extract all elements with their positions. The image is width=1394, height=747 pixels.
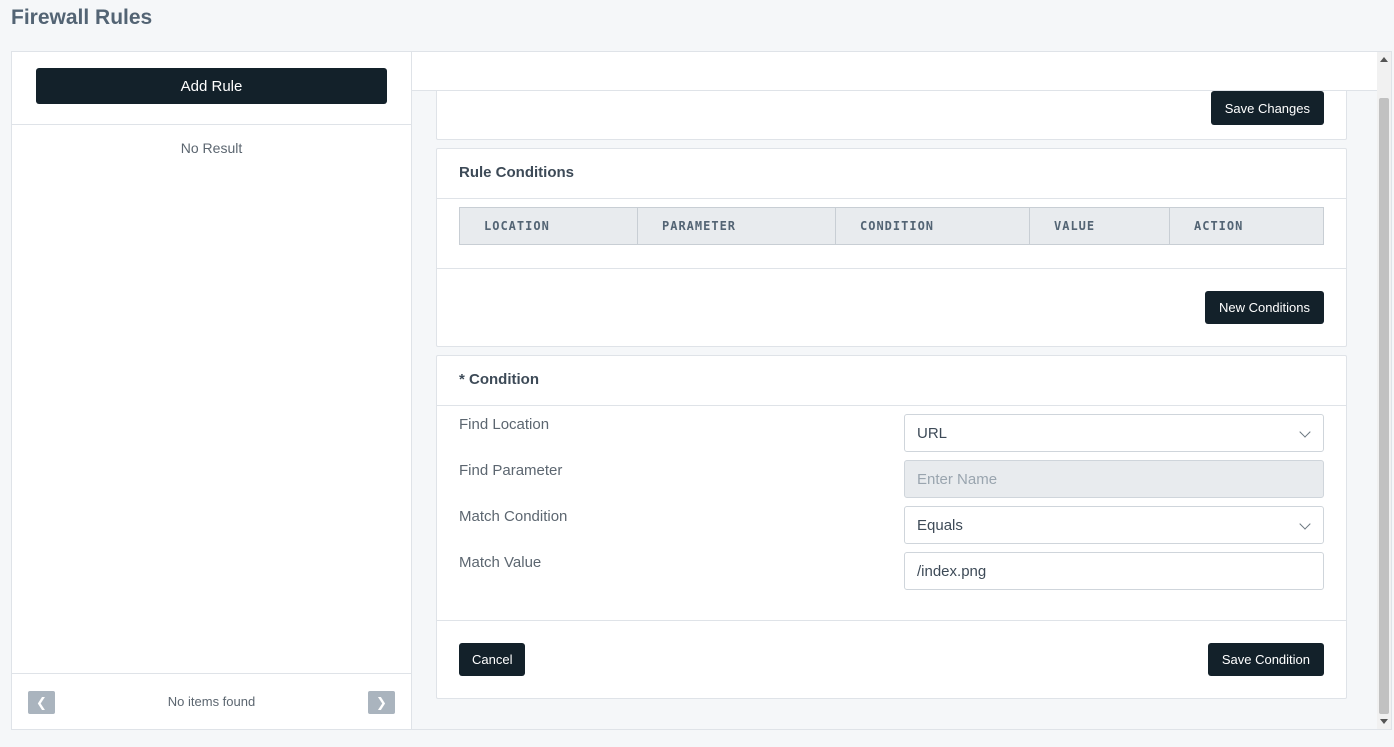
- find-location-select[interactable]: URL: [904, 414, 1324, 452]
- condition-form-card: * Condition Find Location URL Find Param…: [436, 355, 1347, 699]
- find-parameter-placeholder: Enter Name: [917, 470, 998, 488]
- find-parameter-input[interactable]: Enter Name: [904, 460, 1324, 498]
- vertical-scrollbar[interactable]: [1377, 52, 1391, 729]
- conditions-table-header: LOCATION PARAMETER CONDITION VALUE ACTIO…: [459, 207, 1324, 245]
- chevron-right-icon: ❯: [376, 694, 387, 710]
- match-value-label: Match Value: [459, 554, 542, 571]
- cancel-button[interactable]: Cancel: [459, 643, 526, 676]
- divider: [12, 124, 411, 125]
- pagination-footer: ❮ No items found ❯: [12, 673, 411, 729]
- rules-list-panel: Add Rule No Result ❮ No items found ❯: [11, 51, 412, 730]
- match-condition-label: Match Condition: [459, 508, 568, 525]
- next-page-button[interactable]: ❯: [368, 691, 395, 714]
- column-header-location: LOCATION: [460, 208, 638, 244]
- scroll-up-arrow-icon[interactable]: [1380, 57, 1388, 62]
- column-header-condition: CONDITION: [836, 208, 1030, 244]
- scrollbar-thumb[interactable]: [1379, 98, 1389, 714]
- find-location-label: Find Location: [459, 416, 550, 433]
- rule-conditions-title: Rule Conditions: [437, 149, 1346, 199]
- pagination-status: No items found: [167, 694, 256, 709]
- rule-detail-panel: Save Changes Rule Conditions LOCATION PA…: [411, 51, 1392, 730]
- save-changes-button[interactable]: Save Changes: [1210, 91, 1324, 125]
- scroll-down-arrow-icon[interactable]: [1380, 719, 1388, 724]
- detail-topbar: [412, 52, 1377, 91]
- divider: [437, 620, 1346, 621]
- page-title: Firewall Rules: [11, 6, 153, 29]
- match-value-input[interactable]: /index.png: [904, 552, 1324, 590]
- empty-result-text: No Result: [180, 140, 243, 156]
- chevron-down-icon: [1299, 426, 1311, 438]
- condition-form-title: * Condition: [437, 356, 1346, 406]
- rule-conditions-card: Rule Conditions LOCATION PARAMETER CONDI…: [436, 148, 1347, 347]
- chevron-down-icon: [1299, 518, 1311, 530]
- add-rule-button[interactable]: Add Rule: [36, 68, 387, 104]
- match-condition-select[interactable]: Equals: [904, 506, 1324, 544]
- column-header-action: ACTION: [1194, 219, 1244, 233]
- find-parameter-label: Find Parameter: [459, 462, 563, 479]
- find-location-value: URL: [917, 424, 948, 442]
- new-conditions-button[interactable]: New Conditions: [1204, 291, 1324, 324]
- column-header-parameter: PARAMETER: [638, 208, 836, 244]
- match-condition-value: Equals: [917, 516, 963, 534]
- divider: [437, 268, 1346, 269]
- column-header-value: VALUE: [1030, 208, 1170, 244]
- match-value-text: /index.png: [917, 562, 987, 580]
- save-condition-button[interactable]: Save Condition: [1207, 643, 1324, 676]
